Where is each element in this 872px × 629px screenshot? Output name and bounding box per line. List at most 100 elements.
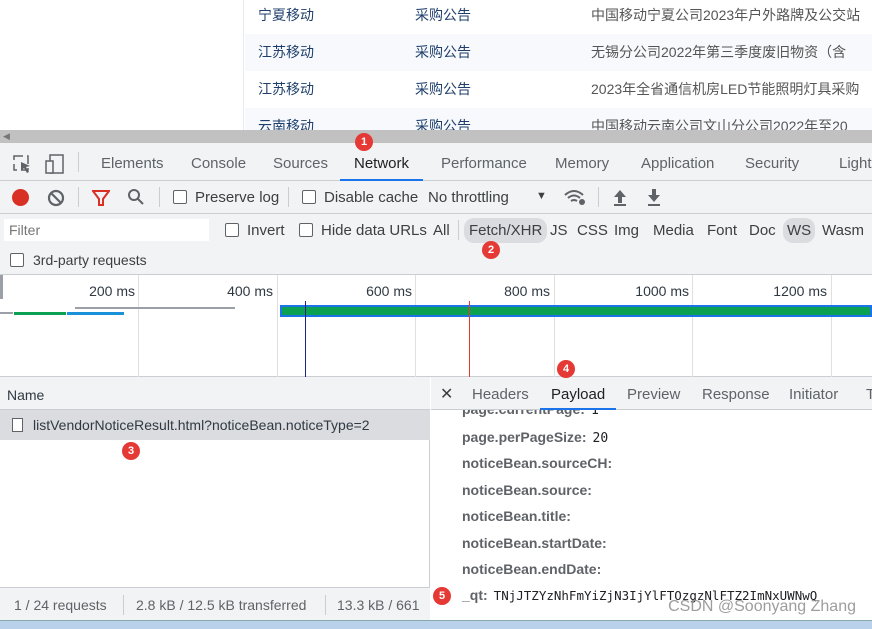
tab-headers[interactable]: Headers	[472, 377, 529, 410]
load-line	[469, 301, 470, 377]
tab-console[interactable]: Console	[191, 143, 246, 181]
filter-type-media[interactable]: Media	[653, 222, 694, 239]
document-icon	[12, 418, 23, 432]
tick-label: 400 ms	[227, 283, 273, 299]
detail-tabs: ✕ Headers Payload Preview Response Initi…	[431, 377, 872, 410]
invert-checkbox[interactable]	[225, 223, 239, 237]
region: 江苏移动	[258, 44, 314, 60]
tab-payload[interactable]: Payload	[540, 377, 617, 410]
request-list: Name listVendorNoticeResult.html?noticeB…	[0, 377, 430, 620]
request-count: 1 / 24 requests	[14, 597, 107, 613]
filter-input[interactable]	[4, 219, 209, 241]
region: 江苏移动	[258, 81, 314, 97]
filter-bar: Invert Hide data URLs All Fetch/XHR JS C…	[0, 214, 872, 246]
tick-label: 200 ms	[89, 283, 135, 299]
preserve-log-checkbox[interactable]	[173, 190, 187, 204]
filter-type-img[interactable]: Img	[614, 222, 639, 239]
third-party-row: 3rd-party requests	[0, 246, 872, 275]
request-row[interactable]: listVendorNoticeResult.html?noticeBean.n…	[0, 410, 430, 440]
filter-type-css[interactable]: CSS	[577, 222, 608, 239]
tab-sources[interactable]: Sources	[273, 143, 328, 181]
export-har-icon[interactable]	[646, 188, 662, 206]
type: 采购公告	[415, 118, 471, 130]
watermark: CSDN @Soonyang Zhang	[668, 598, 856, 615]
request-name: listVendorNoticeResult.html?noticeBean.n…	[33, 417, 370, 433]
tick-label: 1200 ms	[773, 283, 827, 299]
taskbar	[0, 620, 872, 629]
scroll-left-icon[interactable]: ◀	[3, 130, 10, 143]
request-detail: ✕ Headers Payload Preview Response Initi…	[431, 377, 872, 620]
tab-elements[interactable]: Elements	[101, 143, 164, 181]
tab-application[interactable]: Application	[641, 143, 714, 181]
timing-bar	[75, 307, 235, 309]
annotation-badge: 3	[122, 442, 140, 460]
filter-icon[interactable]	[92, 189, 110, 207]
filter-type-fetch-xhr[interactable]: Fetch/XHR	[464, 218, 548, 243]
tick-label: 1000 ms	[635, 283, 689, 299]
close-icon[interactable]: ✕	[440, 377, 453, 410]
filter-type-doc[interactable]: Doc	[749, 222, 776, 239]
table-row[interactable]: 宁夏移动 采购公告 中国移动宁夏公司2023年户外路牌及公交站	[245, 0, 872, 34]
hide-data-urls-label: Hide data URLs	[321, 222, 427, 239]
payload-param: noticeBean.title:	[462, 508, 571, 524]
annotation-badge: 1	[355, 133, 373, 151]
tab-lighthouse[interactable]: Light	[839, 143, 872, 181]
payload-param: noticeBean.startDate:	[462, 535, 607, 551]
timing-bar	[67, 312, 124, 315]
page-sidebar	[0, 0, 244, 130]
title[interactable]: 中国移动云南公司文山分公司2022年至20	[591, 108, 848, 130]
region: 云南移动	[258, 118, 314, 130]
annotation-badge: 5	[433, 587, 451, 605]
region: 宁夏移动	[258, 7, 314, 23]
payload-param: page.perPageSize: 20	[462, 429, 609, 446]
tab-preview[interactable]: Preview	[627, 377, 680, 410]
tab-initiator[interactable]: Initiator	[789, 377, 838, 410]
status-bar: 1 / 24 requests 2.8 kB / 12.5 kB transfe…	[0, 587, 430, 620]
type: 采购公告	[415, 44, 471, 60]
disable-cache-checkbox[interactable]	[302, 190, 316, 204]
transferred-size: 2.8 kB / 12.5 kB transferred	[136, 597, 307, 613]
title[interactable]: 中国移动宁夏公司2023年户外路牌及公交站	[591, 0, 860, 34]
preserve-log-label: Preserve log	[195, 189, 280, 206]
device-toolbar-icon[interactable]	[44, 153, 66, 175]
filter-type-js[interactable]: JS	[550, 222, 568, 239]
hide-data-urls-checkbox[interactable]	[299, 223, 313, 237]
search-icon[interactable]	[127, 188, 145, 206]
annotation-badge: 2	[482, 241, 500, 259]
title[interactable]: 2023年全省通信机房LED节能照明灯具采购	[591, 71, 859, 108]
network-conditions-icon[interactable]	[563, 188, 587, 206]
tab-memory[interactable]: Memory	[555, 143, 609, 181]
type: 采购公告	[415, 81, 471, 97]
horizontal-scrollbar[interactable]: ◀	[0, 130, 872, 143]
timing-bar	[0, 312, 13, 314]
name-column-header[interactable]: Name	[0, 377, 430, 410]
tab-network[interactable]: Network	[340, 143, 424, 181]
tab-security[interactable]: Security	[745, 143, 799, 181]
record-icon[interactable]	[12, 189, 29, 206]
network-overview[interactable]: 200 ms 400 ms 600 ms 800 ms 1000 ms 1200…	[0, 275, 872, 377]
tick-label: 600 ms	[366, 283, 412, 299]
filter-type-font[interactable]: Font	[707, 222, 737, 239]
tab-timing[interactable]: T	[866, 377, 872, 410]
third-party-checkbox[interactable]	[10, 253, 24, 267]
devtools-tab-bar: Elements Console Sources Network Perform…	[0, 143, 872, 181]
network-toolbar: Preserve log Disable cache No throttling…	[0, 181, 872, 214]
import-har-icon[interactable]	[612, 188, 628, 206]
title[interactable]: 无锡分公司2022年第三季度废旧物资（含	[591, 34, 846, 71]
dom-content-loaded-line	[305, 301, 306, 377]
table-row[interactable]: 江苏移动 采购公告 2023年全省通信机房LED节能照明灯具采购	[245, 71, 872, 108]
throttling-select[interactable]: No throttling	[428, 189, 509, 206]
chevron-down-icon[interactable]: ▼	[536, 190, 547, 202]
table-row[interactable]: 云南移动 采购公告 中国移动云南公司文山分公司2022年至20	[245, 108, 872, 130]
tab-performance[interactable]: Performance	[441, 143, 527, 181]
filter-type-wasm[interactable]: Wasm	[822, 222, 864, 239]
type: 采购公告	[415, 7, 471, 23]
third-party-label: 3rd-party requests	[33, 252, 147, 268]
clear-icon[interactable]	[47, 189, 65, 207]
filter-type-ws[interactable]: WS	[783, 218, 816, 243]
tab-response[interactable]: Response	[702, 377, 770, 410]
inspect-element-icon[interactable]	[12, 154, 32, 174]
table-row[interactable]: 江苏移动 采购公告 无锡分公司2022年第三季度废旧物资（含	[245, 34, 872, 71]
filter-type-all[interactable]: All	[433, 222, 450, 239]
resources-size: 13.3 kB / 661	[337, 597, 420, 613]
